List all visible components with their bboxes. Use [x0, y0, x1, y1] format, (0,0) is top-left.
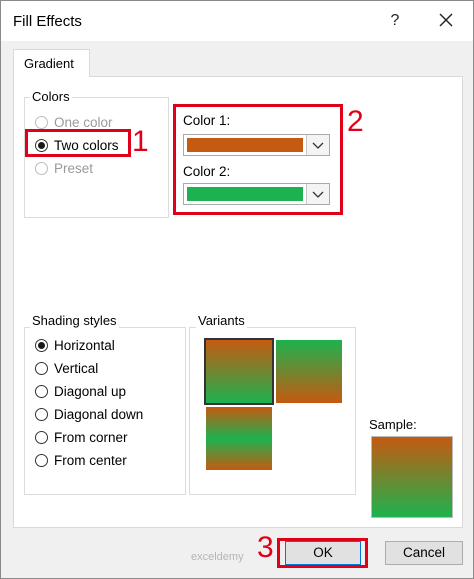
close-icon: [439, 13, 453, 27]
radio-diagonal-up-label: Diagonal up: [54, 383, 127, 399]
radio-preset-circle[interactable]: [35, 161, 48, 175]
annotation-box-ok: [277, 538, 368, 568]
variant-1[interactable]: [204, 338, 274, 405]
radio-vertical-label: Vertical: [54, 360, 99, 376]
watermark-logo: exceldemy: [191, 551, 244, 563]
annotation-number-2: 2: [347, 105, 364, 138]
variant-2[interactable]: [276, 340, 342, 403]
radio-diagonal-up-circle[interactable]: [35, 384, 48, 398]
sample-label: Sample:: [369, 417, 417, 432]
radio-from-center-circle[interactable]: [35, 453, 48, 467]
radio-preset[interactable]: Preset: [35, 158, 93, 178]
title-bar: Fill Effects ?: [1, 1, 473, 41]
radio-preset-label: Preset: [54, 160, 94, 176]
radio-diagonal-up[interactable]: Diagonal up: [35, 381, 126, 401]
radio-from-center[interactable]: From center: [35, 450, 127, 470]
help-button[interactable]: ?: [382, 9, 408, 33]
radio-one-color-circle[interactable]: [35, 115, 48, 129]
radio-from-corner[interactable]: From corner: [35, 427, 128, 447]
radio-diagonal-down[interactable]: Diagonal down: [35, 404, 143, 424]
annotation-box-two-colors: [25, 129, 131, 157]
fill-effects-dialog: Fill Effects ? Gradient Colors One color…: [0, 0, 474, 579]
annotation-number-3: 3: [257, 531, 274, 564]
tab-gradient-label: Gradient: [24, 56, 74, 71]
radio-vertical[interactable]: Vertical: [35, 358, 98, 378]
annotation-number-1: 1: [132, 125, 149, 158]
radio-from-center-label: From center: [54, 452, 127, 468]
radio-horizontal[interactable]: Horizontal: [35, 335, 115, 355]
close-button[interactable]: [433, 7, 459, 33]
tab-gradient[interactable]: Gradient: [13, 49, 90, 77]
radio-diagonal-down-circle[interactable]: [35, 407, 48, 421]
variant-3[interactable]: [206, 407, 272, 470]
colors-group-label: Colors: [30, 89, 72, 104]
radio-one-color-label: One color: [54, 114, 113, 130]
dialog-title: Fill Effects: [13, 13, 82, 30]
shading-styles-group-label: Shading styles: [30, 313, 119, 328]
radio-horizontal-label: Horizontal: [54, 337, 115, 353]
radio-from-corner-label: From corner: [54, 429, 128, 445]
radio-horizontal-circle[interactable]: [35, 338, 48, 352]
cancel-button[interactable]: Cancel: [385, 541, 463, 565]
annotation-box-colors: [173, 104, 343, 215]
radio-diagonal-down-label: Diagonal down: [54, 406, 144, 422]
variants-group-label: Variants: [196, 313, 247, 328]
radio-from-corner-circle[interactable]: [35, 430, 48, 444]
radio-vertical-circle[interactable]: [35, 361, 48, 375]
sample-preview: [371, 436, 453, 518]
